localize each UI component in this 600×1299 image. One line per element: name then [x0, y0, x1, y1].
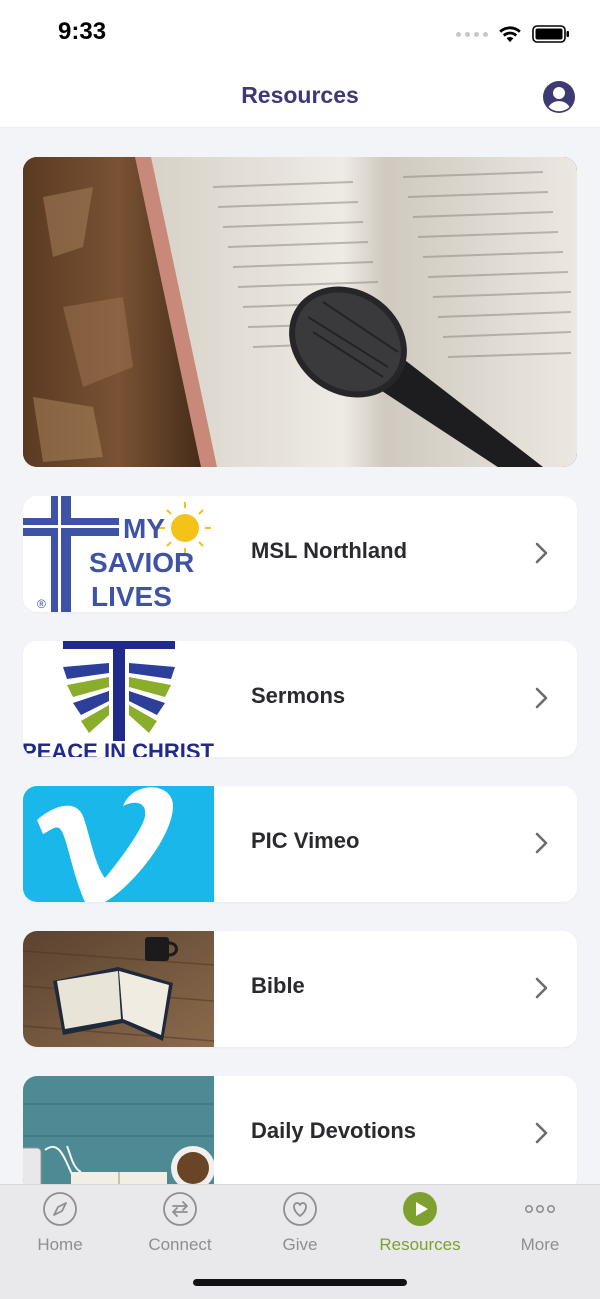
battery-icon	[532, 25, 569, 43]
hero-banner-image	[23, 157, 577, 467]
user-circle-icon[interactable]	[542, 80, 576, 114]
msl-logo-registered-mark: ®	[37, 597, 46, 611]
tab-resources[interactable]: Resources	[360, 1191, 480, 1261]
resources-list[interactable]: MY SAVIOR LIVES ® MSL Northland PEACE IN…	[0, 128, 600, 1184]
resource-card-label: Daily Devotions	[251, 1118, 417, 1143]
tab-more[interactable]: More	[480, 1191, 600, 1261]
resource-card-bible[interactable]: Bible	[23, 931, 577, 1047]
peace-in-christ-logo-image: PEACE IN CHRIST	[23, 641, 214, 757]
msl-logo-line-1: MY	[123, 513, 165, 544]
resource-card-label: MSL Northland	[251, 538, 408, 563]
compass-icon	[43, 1192, 77, 1226]
tab-give[interactable]: Give	[240, 1191, 360, 1261]
status-indicators	[456, 22, 570, 46]
tab-label: More	[520, 1235, 560, 1254]
resource-card-label: Sermons	[251, 683, 346, 708]
status-bar: 9:33	[0, 0, 600, 66]
more-dots-icon	[524, 1205, 555, 1214]
tab-home[interactable]: Home	[0, 1191, 120, 1261]
chevron-right-icon	[535, 542, 548, 564]
devotions-photo-image	[23, 1076, 214, 1184]
msl-logo-image: MY SAVIOR LIVES ®	[23, 496, 214, 612]
msl-logo-line-3: LIVES	[91, 581, 172, 612]
chevron-right-icon	[535, 1122, 548, 1144]
resource-card-label: Bible	[251, 973, 305, 998]
resource-card-daily-devotions[interactable]: Daily Devotions	[23, 1076, 577, 1184]
resource-card-msl-northland[interactable]: MY SAVIOR LIVES ® MSL Northland	[23, 496, 577, 612]
tab-label: Connect	[148, 1235, 212, 1254]
tab-connect[interactable]: Connect	[120, 1191, 240, 1261]
wifi-icon	[499, 26, 521, 42]
tab-label: Resources	[379, 1235, 461, 1254]
resource-card-label: PIC Vimeo	[251, 828, 360, 853]
peace-in-christ-logo-text: PEACE IN CHRIST	[23, 739, 214, 757]
cellular-signal-icon	[456, 31, 488, 37]
nav-header: Resources	[0, 66, 600, 128]
status-time: 9:33	[58, 18, 107, 45]
tab-label: Home	[37, 1235, 83, 1254]
chevron-right-icon	[535, 687, 548, 709]
chevron-right-icon	[535, 977, 548, 999]
page-title: Resources	[241, 82, 359, 108]
exchange-icon	[163, 1192, 197, 1226]
vimeo-logo-image	[23, 786, 214, 902]
chevron-right-icon	[535, 832, 548, 854]
home-indicator	[193, 1279, 407, 1286]
bible-photo-image	[23, 931, 214, 1047]
resource-card-sermons[interactable]: PEACE IN CHRIST Sermons	[23, 641, 577, 757]
play-icon	[403, 1192, 437, 1226]
heart-icon	[283, 1192, 317, 1226]
resource-card-pic-vimeo[interactable]: PIC Vimeo	[23, 786, 577, 902]
tab-label: Give	[282, 1235, 318, 1254]
msl-logo-line-2: SAVIOR	[89, 547, 194, 578]
